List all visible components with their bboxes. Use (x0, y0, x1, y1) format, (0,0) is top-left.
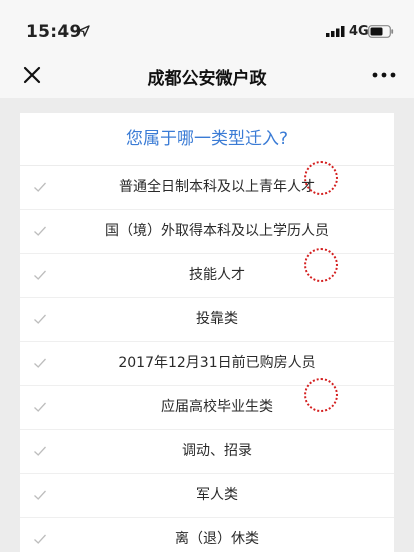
nav-bar: 成都公安微户政 (0, 52, 414, 98)
option-label: 技能人才 (189, 267, 245, 283)
option-label: 调动、招录 (182, 443, 252, 459)
check-icon (34, 446, 46, 456)
network-label: 4G (349, 24, 369, 39)
option-label: 国（境）外取得本科及以上学历人员 (105, 223, 329, 239)
question-heading: 您属于哪一类型迁入? (20, 113, 394, 166)
more-icon[interactable] (372, 72, 396, 78)
option-row-dependents[interactable]: 投靠类 (20, 298, 394, 342)
option-row-overseas-degree[interactable]: 国（境）外取得本科及以上学历人员 (20, 210, 394, 254)
battery-icon (368, 25, 394, 38)
signal-icon (326, 26, 345, 37)
check-icon (34, 182, 46, 192)
check-icon (34, 534, 46, 544)
page-title: 成都公安微户政 (147, 69, 267, 89)
option-row-home-buyers[interactable]: 2017年12月31日前已购房人员 (20, 342, 394, 386)
highlight-circle-marker (304, 161, 338, 195)
option-row-skilled-talent[interactable]: 技能人才 (20, 254, 394, 298)
highlight-circle-marker (304, 378, 338, 412)
option-label: 离（退）休类 (175, 531, 259, 547)
option-label: 军人类 (196, 487, 238, 503)
check-icon (34, 270, 46, 280)
option-row-retired[interactable]: 离（退）休类 (20, 518, 394, 552)
check-icon (34, 402, 46, 412)
check-icon (34, 314, 46, 324)
option-row-youth-talent[interactable]: 普通全日制本科及以上青年人才 (20, 166, 394, 210)
highlight-circle-marker (304, 248, 338, 282)
option-row-military[interactable]: 军人类 (20, 474, 394, 518)
check-icon (34, 358, 46, 368)
check-icon (34, 226, 46, 236)
option-label: 2017年12月31日前已购房人员 (118, 355, 316, 371)
option-row-transfer-recruitment[interactable]: 调动、招录 (20, 430, 394, 474)
status-bar: 15:49 4G (0, 0, 414, 52)
status-time: 15:49 (26, 22, 82, 42)
location-arrow-icon (78, 25, 90, 37)
check-icon (34, 490, 46, 500)
option-label: 普通全日制本科及以上青年人才 (119, 179, 315, 195)
option-label: 投靠类 (196, 311, 238, 327)
